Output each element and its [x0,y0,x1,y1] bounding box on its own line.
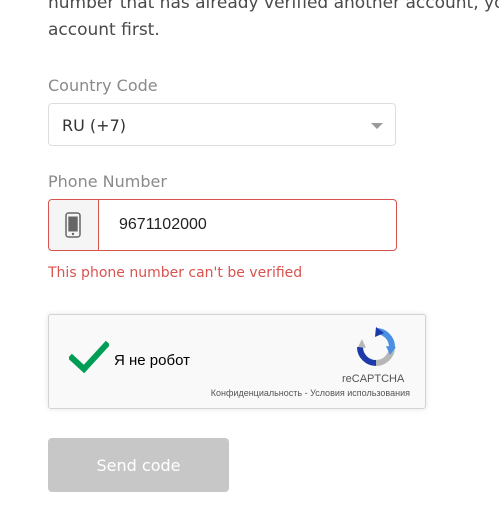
country-code-value: RU (+7) [62,116,126,135]
send-code-button[interactable]: Send code [48,438,229,492]
caret-down-icon [371,123,383,129]
country-code-select[interactable]: RU (+7) [48,103,396,146]
mobile-phone-icon [49,200,99,250]
recaptcha-brand: reCAPTCHA [342,373,405,385]
phone-number-label: Phone Number [48,172,167,191]
phone-error-message: This phone number can't be verified [48,265,303,281]
recaptcha-checkbox-label: Я не робот [114,352,190,369]
phone-number-input[interactable] [99,200,389,250]
intro-line-2: account first. [48,20,160,40]
recaptcha-checkbox[interactable] [67,340,111,379]
intro-text: number that has already verified another… [48,0,499,44]
links-separator: - [302,388,311,398]
phone-number-group [48,199,397,251]
checkmark-icon [67,340,111,374]
terms-link[interactable]: Условия использования [310,388,410,398]
country-code-label: Country Code [48,76,158,95]
intro-line-1: number that has already verified another… [48,0,499,13]
privacy-link[interactable]: Конфиденциальность [211,388,302,398]
recaptcha-logo-icon [356,327,396,371]
recaptcha-widget: Я не робот reCAPTCHA Конфиденциальность … [48,314,426,409]
recaptcha-links: Конфиденциальность - Условия использован… [211,388,410,398]
